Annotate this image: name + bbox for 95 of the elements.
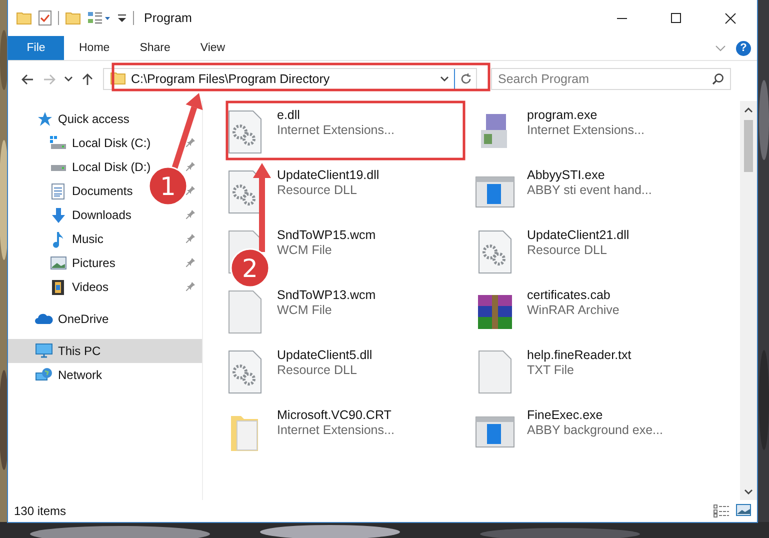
gear-file-icon: [478, 230, 512, 274]
nav-item[interactable]: Network: [8, 363, 202, 387]
file-name[interactable]: program.exe: [527, 108, 644, 122]
network-icon: [35, 367, 53, 383]
nav-item[interactable]: Videos: [8, 275, 202, 299]
file-type: Internet Extensions...: [277, 123, 394, 137]
chevron-down-icon: [744, 488, 753, 494]
file-name[interactable]: FineExec.exe: [527, 408, 663, 422]
file-name[interactable]: Microsoft.VC90.CRT: [277, 408, 394, 422]
file-name[interactable]: AbbyySTI.exe: [527, 168, 652, 182]
file-name[interactable]: e.dll: [277, 108, 394, 122]
window-title: Program: [144, 11, 192, 25]
nav-item[interactable]: OneDrive: [8, 307, 202, 331]
ribbon-tab[interactable]: Share: [124, 36, 186, 60]
layout-dropdown-icon: [87, 10, 111, 26]
chevron-up-icon: [744, 106, 753, 112]
new-folder-icon: [65, 10, 81, 26]
file-name[interactable]: certificates.cab: [527, 288, 620, 302]
cloud-icon: [35, 313, 53, 325]
file-type: ABBY background exe...: [527, 423, 663, 437]
blank-file-icon: [228, 290, 262, 334]
app-window-icon: [475, 176, 515, 208]
pin-icon: [186, 209, 196, 219]
close-icon: [724, 12, 736, 24]
item-count: 130 items: [14, 504, 66, 518]
star-icon: [36, 111, 52, 127]
pin-icon: [186, 257, 196, 267]
view-dropdown-button[interactable]: [87, 10, 111, 26]
folder-icon: [16, 10, 32, 26]
file-tab[interactable]: File: [8, 36, 64, 60]
file-type: ABBY sti event hand...: [527, 183, 652, 197]
step-badge: 2: [230, 248, 270, 288]
properties-button[interactable]: [38, 10, 52, 26]
file-type: Resource DLL: [527, 243, 608, 257]
chevron-down-icon: [64, 76, 72, 82]
file-name[interactable]: UpdateClient19.dll: [277, 168, 380, 182]
pin-icon: [186, 233, 196, 243]
file-type: WCM File: [277, 303, 333, 317]
scrollbar-thumb[interactable]: [744, 120, 753, 172]
file-name[interactable]: SndToWP13.wcm: [277, 288, 376, 302]
gear-file-icon: [228, 110, 262, 154]
file-type: Internet Extensions...: [277, 423, 394, 437]
nav-item[interactable]: Pictures: [8, 251, 202, 275]
pin-icon: [186, 137, 196, 147]
pin-icon: [186, 281, 196, 291]
file-name[interactable]: UpdateClient5.dll: [277, 348, 372, 362]
nav-item[interactable]: Quick access: [8, 107, 202, 131]
file-type: TXT File: [527, 363, 575, 377]
pictures-icon: [50, 256, 66, 270]
large-icons-view-button[interactable]: [736, 504, 751, 518]
address-bar[interactable]: C:\Program Files\Program Directory: [103, 68, 477, 90]
file-name[interactable]: SndToWP15.wcm: [277, 228, 376, 242]
file-type: Resource DLL: [277, 183, 358, 197]
file-type: WinRAR Archive: [527, 303, 620, 317]
videos-icon: [51, 278, 65, 296]
ribbon-tab[interactable]: Home: [64, 36, 125, 60]
drive-icon: [50, 136, 66, 150]
pin-icon: [186, 185, 196, 195]
maximize-icon: [671, 13, 681, 23]
help-button[interactable]: ?: [736, 40, 751, 56]
music-icon: [52, 230, 64, 248]
up-arrow-icon: [82, 72, 92, 86]
forward-arrow-icon: [42, 74, 56, 84]
gear-file-icon: [228, 170, 262, 214]
nav-item[interactable]: Local Disk (C:): [8, 131, 202, 155]
file-type: Resource DLL: [277, 363, 358, 377]
picture-view-icon: [736, 504, 751, 516]
nav-item[interactable]: This PC: [8, 339, 202, 363]
pin-icon: [186, 161, 196, 171]
file-type: WCM File: [277, 243, 333, 257]
gear-file-icon: [228, 350, 262, 394]
file-name[interactable]: UpdateClient21.dll: [527, 228, 630, 242]
file-type: Internet Extensions...: [527, 123, 644, 137]
nav-item[interactable]: Downloads: [8, 203, 202, 227]
downloads-icon: [50, 206, 66, 224]
refresh-icon: [460, 73, 472, 85]
documents-icon: [51, 182, 65, 200]
chevron-down-icon: [440, 76, 448, 82]
dropdown-caret-icon: [117, 12, 127, 24]
blank-file-icon: [478, 350, 512, 394]
search-icon: [712, 73, 724, 85]
nav-item[interactable]: Music: [8, 227, 202, 251]
app-window-icon: [475, 416, 515, 448]
file-name[interactable]: help.fineReader.txt: [527, 348, 632, 362]
properties-icon: [38, 10, 52, 26]
details-view-button[interactable]: [713, 504, 730, 518]
search-field[interactable]: Search Program: [491, 68, 731, 90]
expand-ribbon-button[interactable]: [715, 44, 726, 52]
customize-button[interactable]: [117, 12, 127, 24]
computer-icon: [35, 343, 53, 359]
chevron-down-icon: [715, 44, 726, 52]
back-arrow-icon: [20, 74, 34, 84]
archive-icon: [476, 293, 514, 331]
ribbon-tab[interactable]: View: [185, 36, 240, 60]
details-view-icon: [713, 504, 730, 518]
